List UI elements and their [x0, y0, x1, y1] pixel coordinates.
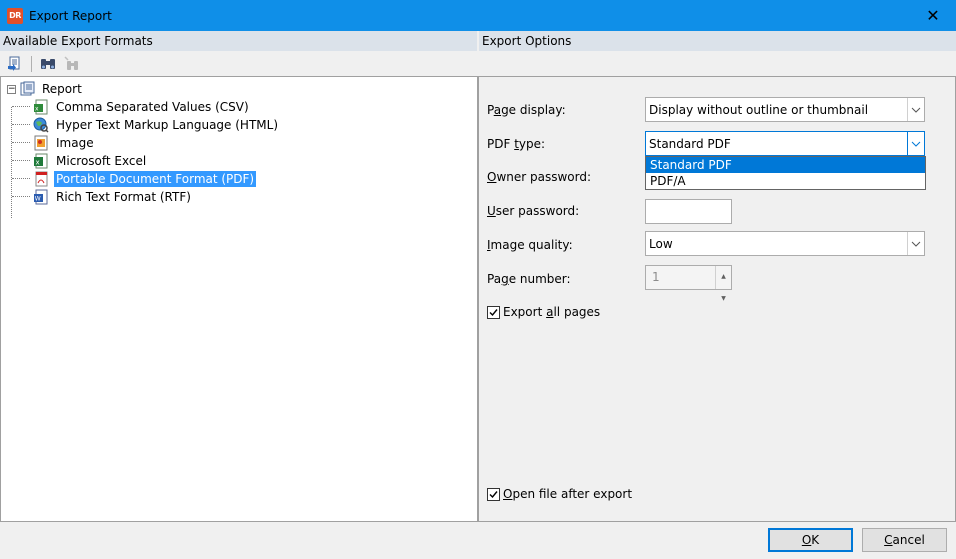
excel-icon: x: [33, 153, 49, 169]
spin-buttons: ▲ ▼: [715, 266, 731, 302]
export-options-panel: Page display: Display without outline or…: [478, 76, 956, 522]
chevron-down-icon[interactable]: [907, 232, 924, 255]
html-globe-icon: [33, 117, 49, 133]
formats-header: Available Export Formats: [0, 31, 477, 51]
spin-down-icon[interactable]: ▼: [716, 288, 731, 310]
tree-item-html[interactable]: Hyper Text Markup Language (HTML): [1, 116, 477, 134]
label-part: ll pages: [553, 305, 601, 319]
svg-text:W: W: [35, 196, 41, 203]
image-quality-label: Image quality:: [487, 238, 573, 252]
page-display-select[interactable]: Display without outline or thumbnail: [645, 97, 925, 122]
tree-item-csv[interactable]: x Comma Separated Values (CSV): [1, 98, 477, 116]
export-toolbar-button[interactable]: [5, 54, 25, 74]
cancel-button[interactable]: Cancel: [862, 528, 947, 552]
pdf-icon: [33, 171, 49, 187]
svg-text:x: x: [35, 106, 39, 113]
user-password-field[interactable]: [645, 199, 732, 224]
formats-tree: − Report x Comma Separated Values (CSV) …: [1, 77, 477, 218]
pdf-type-label: PDF type:: [487, 137, 545, 151]
report-icon: [19, 81, 35, 97]
app-logo-icon: DR: [7, 7, 23, 24]
export-report-dialog: DR Export Report ✕ Available Export Form…: [0, 0, 956, 559]
tree-root-label: Report: [42, 82, 82, 96]
ok-button[interactable]: OK: [768, 528, 853, 552]
collapse-expander[interactable]: −: [7, 84, 16, 94]
open-file-after-export-label: Open file after export: [503, 487, 632, 501]
label-part: Export: [503, 305, 547, 319]
formats-toolbar: [0, 51, 477, 76]
tree-item-label: Rich Text Format (RTF): [56, 190, 191, 204]
tree-item-label: Hyper Text Markup Language (HTML): [56, 118, 279, 132]
export-all-pages-checkbox[interactable]: Export all pages: [487, 305, 600, 319]
open-file-after-export-checkbox[interactable]: Open file after export: [487, 487, 632, 501]
label-part: mage quality:: [490, 238, 573, 252]
pdf-type-select[interactable]: Standard PDF: [645, 131, 925, 156]
close-icon: ✕: [926, 6, 940, 25]
toolbar-separator: [31, 55, 32, 72]
page-display-value: Display without outline or thumbnail: [649, 102, 869, 117]
find-next-toolbar-button[interactable]: [62, 54, 82, 74]
label-mnemonic: g: [501, 272, 509, 286]
tree-item-label: Image: [56, 136, 94, 150]
title-bar: DR Export Report ✕: [0, 0, 956, 31]
export-icon: [8, 56, 20, 71]
chevron-down-icon[interactable]: [907, 132, 924, 155]
image-icon: [33, 135, 49, 151]
label-part: ype:: [518, 137, 546, 151]
image-quality-select[interactable]: Low: [645, 231, 925, 256]
tree-item-label: Microsoft Excel: [56, 154, 147, 168]
tree-item-pdf[interactable]: Portable Document Format (PDF): [1, 170, 477, 188]
tree-item-rtf[interactable]: W Rich Text Format (RTF): [1, 188, 477, 206]
label-part: ancel: [892, 533, 925, 547]
label-part: pen file after export: [512, 487, 633, 501]
formats-tree-panel: − Report x Comma Separated Values (CSV) …: [0, 76, 478, 522]
label-part: ge display:: [501, 103, 566, 117]
page-display-label: Page display:: [487, 103, 566, 117]
label-mnemonic: a: [493, 103, 502, 117]
pdf-type-option-pdfa[interactable]: PDF/A: [646, 173, 925, 189]
label-mnemonic: U: [487, 204, 496, 218]
label-part: e number:: [508, 272, 571, 286]
owner-password-label: Owner password:: [487, 170, 591, 184]
page-number-stepper[interactable]: 1 ▲ ▼: [645, 265, 732, 302]
label-part: P: [487, 103, 494, 117]
chevron-down-icon[interactable]: [907, 98, 924, 121]
label-mnemonic: O: [801, 533, 812, 547]
options-header: Export Options: [479, 31, 956, 51]
binoculars-icon: [41, 58, 55, 69]
tree-item-label: Comma Separated Values (CSV): [56, 100, 249, 114]
tree-item-image[interactable]: Image: [1, 134, 477, 152]
find-next-icon: [64, 55, 78, 70]
tree-root-report[interactable]: − Report: [1, 80, 477, 98]
window-title: Export Report: [29, 8, 112, 23]
close-button[interactable]: ✕: [910, 0, 956, 31]
label-part: K: [811, 533, 820, 547]
label-part: Pa: [487, 272, 502, 286]
tree-item-excel[interactable]: x Microsoft Excel: [1, 152, 477, 170]
export-all-pages-label: Export all pages: [503, 305, 600, 319]
page-number-label: Page number:: [487, 272, 571, 286]
checkbox-checked-icon[interactable]: [487, 305, 500, 319]
pdf-type-option-standard[interactable]: Standard PDF: [646, 157, 925, 173]
pdf-type-dropdown-list: Standard PDF PDF/A: [645, 156, 926, 190]
checkbox-checked-icon[interactable]: [487, 487, 500, 501]
pdf-type-value: Standard PDF: [649, 136, 731, 151]
svg-text:x: x: [36, 159, 40, 167]
image-quality-value: Low: [649, 236, 673, 251]
label-part: ser password:: [495, 204, 580, 218]
rtf-word-icon: W: [33, 189, 49, 205]
page-number-value: 1: [652, 270, 660, 284]
label-part: PDF: [487, 137, 515, 151]
tree-item-label: Portable Document Format (PDF): [54, 171, 257, 187]
spin-up-icon[interactable]: ▲: [716, 266, 731, 288]
find-toolbar-button[interactable]: [38, 54, 58, 74]
user-password-label: User password:: [487, 204, 579, 218]
csv-icon: x: [33, 99, 49, 115]
label-part: wner password:: [496, 170, 592, 184]
label-mnemonic: C: [884, 533, 893, 547]
